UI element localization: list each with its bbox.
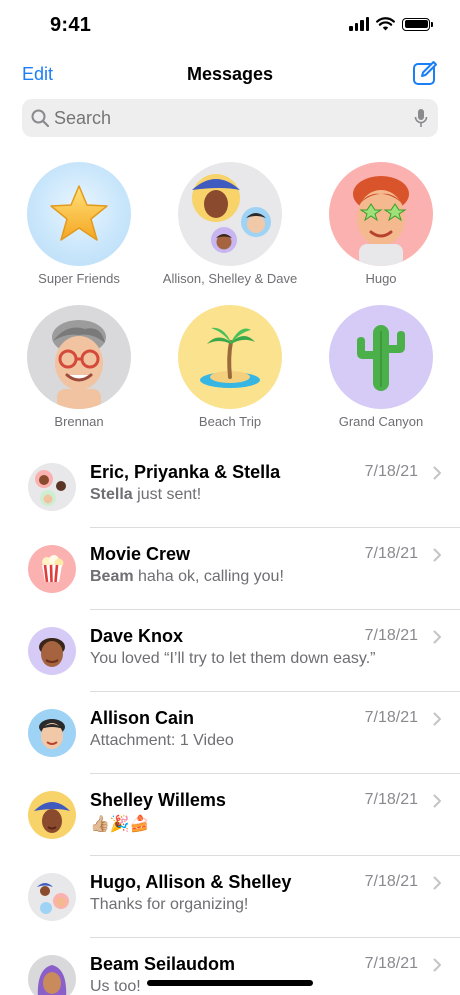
star-avatar (27, 162, 131, 266)
avatar (28, 955, 76, 995)
status-bar: 9:41 (0, 0, 460, 52)
conversation-date: 7/18/21 (364, 791, 418, 808)
conversation-preview: Us too! (90, 978, 141, 995)
popcorn-icon (42, 555, 64, 583)
preview-sender: Beam (90, 568, 134, 585)
preview-text: 👍🏼🎉🍰 (90, 816, 150, 833)
canyon-avatar (329, 305, 433, 409)
memoji-glasses-icon (52, 320, 106, 409)
pinned-label: Brennan (54, 414, 104, 429)
conversation-name: Eric, Priyanka & Stella (90, 462, 281, 482)
mic-icon[interactable] (414, 108, 428, 128)
preview-sender: Stella (90, 486, 133, 503)
conversation-preview: Stella just sent! (90, 486, 201, 504)
preview-text: Us too! (90, 978, 141, 995)
conversation-row[interactable]: Eric, Priyanka & Stella 7/18/21 Stella j… (0, 446, 460, 528)
brennan-avatar (27, 305, 131, 409)
chevron-right-icon (433, 794, 441, 808)
avatar (28, 627, 76, 675)
battery-icon (402, 17, 433, 31)
conversation-preview: Beam haha ok, calling you! (90, 568, 284, 586)
chevron-right-icon (433, 958, 441, 972)
memoji-hat-icon (34, 802, 70, 833)
preview-text: just sent! (132, 486, 202, 503)
pinned-brennan[interactable]: Brennan (4, 305, 154, 429)
pinned-label: Hugo (365, 271, 397, 286)
preview-text: Attachment: 1 Video (90, 732, 234, 749)
preview-text: Thanks for organizing! (90, 896, 249, 913)
signal-icon (349, 17, 369, 31)
conversation-date: 7/18/21 (364, 545, 418, 562)
avatar (28, 463, 76, 511)
search-bar[interactable] (22, 99, 438, 137)
pinned-label: Allison, Shelley & Dave (162, 271, 298, 286)
avatar (28, 873, 76, 921)
preview-text: You loved “I’ll try to let them down eas… (90, 650, 376, 667)
pinned-super-friends[interactable]: Super Friends (4, 162, 154, 286)
conversation-preview: You loved “I’ll try to let them down eas… (90, 650, 375, 668)
chevron-right-icon (433, 548, 441, 562)
wifi-icon (376, 17, 395, 31)
conversation-row[interactable]: Dave Knox 7/18/21 You loved “I’ll try to… (0, 610, 460, 692)
group-memoji-icon (35, 470, 69, 506)
conversation-row[interactable]: Hugo, Allison & Shelley 7/18/21 Thanks f… (0, 856, 460, 938)
page-title: Messages (186, 64, 274, 84)
search-input[interactable] (54, 99, 394, 137)
chevron-right-icon (433, 712, 441, 726)
pinned-grand-canyon[interactable]: Grand Canyon (306, 305, 456, 429)
memoji-redhead-icon (353, 176, 409, 266)
conversation-row[interactable]: Allison Cain 7/18/21 Attachment: 1 Video (0, 692, 460, 774)
pinned-hugo[interactable]: Hugo (306, 162, 456, 286)
avatar (28, 709, 76, 757)
chevron-right-icon (433, 630, 441, 644)
conversation-date: 7/18/21 (364, 873, 418, 890)
star-icon (50, 185, 108, 241)
conversation-date: 7/18/21 (364, 709, 418, 726)
conversation-name: Dave Knox (90, 626, 184, 646)
conversation-name: Movie Crew (90, 544, 191, 564)
conversation-preview: 👍🏼🎉🍰 (90, 814, 150, 834)
status-icons (349, 17, 433, 31)
chevron-right-icon (433, 876, 441, 890)
conversation-name: Shelley Willems (90, 790, 226, 810)
status-time: 9:41 (50, 14, 92, 36)
home-indicator[interactable] (147, 980, 313, 986)
cactus-icon (357, 325, 405, 391)
memoji-icon (39, 719, 65, 749)
conversation-name: Beam Seilaudom (90, 954, 236, 974)
conversation-row[interactable]: Shelley Willems 7/18/21 👍🏼🎉🍰 (0, 774, 460, 856)
conversation-name: Allison Cain (90, 708, 195, 728)
avatar (28, 791, 76, 839)
pinned-allison-shelley-dave[interactable]: Allison, Shelley & Dave (155, 162, 305, 286)
conversation-date: 7/18/21 (364, 955, 418, 972)
hugo-avatar (329, 162, 433, 266)
beach-avatar (178, 305, 282, 409)
chevron-right-icon (433, 466, 441, 480)
conversation-row[interactable]: Beam Seilaudom 7/18/21 Us too! (0, 938, 460, 995)
conversation-preview: Attachment: 1 Video (90, 732, 234, 750)
island-icon (200, 327, 260, 388)
compose-icon[interactable] (412, 60, 438, 86)
memoji-hijab-icon (37, 965, 67, 995)
search-icon (31, 109, 50, 128)
memoji-icon (39, 638, 65, 667)
conversation-date: 7/18/21 (364, 463, 418, 480)
conversation-name: Hugo, Allison & Shelley (90, 872, 292, 892)
group-memoji-icon (36, 881, 69, 914)
group-avatar (178, 162, 282, 266)
pinned-label: Beach Trip (198, 414, 262, 429)
pinned-label: Grand Canyon (338, 414, 424, 429)
pinned-label: Super Friends (38, 271, 120, 286)
avatar (28, 545, 76, 593)
nav-bar: Edit Messages (0, 58, 460, 92)
conversation-date: 7/18/21 (364, 627, 418, 644)
group-memoji-icon (192, 174, 271, 253)
conversation-preview: Thanks for organizing! (90, 896, 248, 914)
pinned-beach-trip[interactable]: Beach Trip (155, 305, 305, 429)
preview-text: haha ok, calling you! (133, 568, 284, 585)
conversation-row[interactable]: Movie Crew 7/18/21 Beam haha ok, calling… (0, 528, 460, 610)
